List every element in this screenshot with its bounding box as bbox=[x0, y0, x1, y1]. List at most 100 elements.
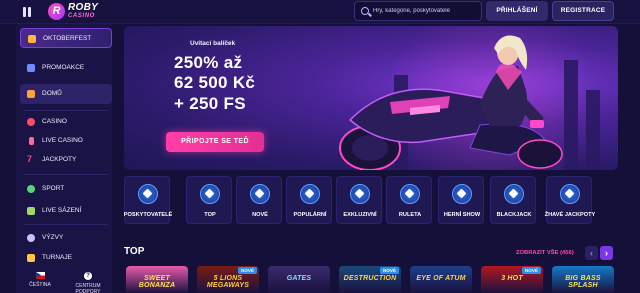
spade-icon bbox=[504, 184, 524, 204]
game-title: SWEET BONANZA bbox=[138, 275, 176, 289]
language-selector[interactable]: ČEŠTINA bbox=[18, 272, 62, 288]
top-section-title: TOP bbox=[124, 246, 145, 257]
sidebar-item-domu[interactable]: DOMŮ bbox=[20, 84, 112, 104]
trophy-icon bbox=[27, 254, 35, 262]
sidebar-divider bbox=[24, 110, 108, 111]
new-badge: NOVÉ bbox=[521, 267, 541, 274]
show-all-link[interactable]: ZOBRAZIT VŠE (456) bbox=[516, 250, 574, 256]
game-tile[interactable]: GATES bbox=[268, 266, 330, 293]
sidebar: OKTOBERFEST PROMOAKCE DOMŮ CASINO LIVE C… bbox=[16, 24, 112, 293]
category-label: POSKYTOVATELÉ bbox=[123, 212, 173, 218]
provider-icon bbox=[138, 184, 158, 204]
category-poskytovatele[interactable]: POSKYTOVATELÉ bbox=[124, 176, 172, 224]
category-bar: POSKYTOVATELÉ TOP NOVÉ POPULÁRNÍ EXKLUZI… bbox=[124, 176, 604, 226]
new-badge: NOVÉ bbox=[237, 267, 257, 274]
game-show-icon bbox=[452, 184, 472, 204]
category-ruleta[interactable]: RULETA bbox=[386, 176, 432, 224]
join-now-button[interactable]: PŘIPOJTE SE TEĎ bbox=[166, 132, 264, 152]
category-zhave-jackpoty[interactable]: ŽHAVÉ JACKPOTY bbox=[545, 176, 595, 224]
game-title: DESTRUCTION bbox=[343, 275, 397, 282]
login-button[interactable]: PŘIHLÁŠENÍ bbox=[486, 1, 548, 21]
category-exkluzivni[interactable]: EXKLUZIVNÍ bbox=[336, 176, 382, 224]
category-herni-show[interactable]: HERNÍ SHOW bbox=[438, 176, 484, 224]
microphone-icon bbox=[29, 137, 34, 145]
hero-headline-line1: 250% až bbox=[174, 53, 243, 72]
sidebar-item-live-sazeni[interactable]: LIVE SÁZENÍ bbox=[20, 201, 112, 221]
sidebar-item-jackpoty[interactable]: 7 JACKPOTY bbox=[20, 150, 112, 170]
sidebar-item-oktoberfest[interactable]: OKTOBERFEST bbox=[20, 28, 112, 48]
diamond-icon bbox=[350, 184, 370, 204]
flame-icon bbox=[560, 184, 580, 204]
search-icon bbox=[361, 7, 369, 15]
seven-icon: 7 bbox=[27, 154, 33, 164]
sidebar-item-sport[interactable]: SPORT bbox=[20, 179, 112, 199]
sidebar-item-label: PROMOAKCE bbox=[42, 64, 85, 71]
menu-toggle-button[interactable] bbox=[22, 6, 34, 18]
search-box[interactable] bbox=[354, 1, 482, 21]
game-tile[interactable]: SWEET BONANZA bbox=[126, 266, 188, 293]
sidebar-item-live-casino[interactable]: LIVE CASINO bbox=[20, 131, 112, 151]
medal-icon bbox=[200, 184, 220, 204]
support-center-link[interactable]: ? CENTRUM PODPORY bbox=[66, 272, 110, 293]
czech-flag-icon bbox=[35, 272, 45, 279]
category-nove[interactable]: NOVÉ bbox=[236, 176, 282, 224]
logo[interactable]: R ROBY CASINO bbox=[48, 2, 104, 22]
live-bet-icon bbox=[27, 207, 35, 215]
beer-mug-icon bbox=[28, 35, 36, 43]
help-icon: ? bbox=[84, 272, 92, 280]
game-title: EYE OF ATUM bbox=[416, 275, 466, 282]
sidebar-item-label: CASINO bbox=[42, 118, 67, 125]
logo-subtitle: CASINO bbox=[68, 13, 95, 19]
logo-title: ROBY bbox=[68, 2, 99, 13]
top-bar: R ROBY CASINO PŘIHLÁŠENÍ REGISTRACE bbox=[0, 0, 640, 24]
carousel-next-button[interactable]: › bbox=[600, 246, 613, 260]
sparkle-icon bbox=[250, 184, 270, 204]
logo-mark: R bbox=[48, 3, 65, 20]
sidebar-item-label: DOMŮ bbox=[42, 90, 62, 97]
hero-headline-line2: 62 500 Kč bbox=[174, 73, 256, 92]
register-button[interactable]: REGISTRACE bbox=[552, 1, 614, 21]
category-popularni[interactable]: POPULÁRNÍ bbox=[286, 176, 332, 224]
category-top[interactable]: TOP bbox=[186, 176, 232, 224]
hero-headline-line3: + 250 FS bbox=[174, 94, 246, 113]
category-label: BLACKJACK bbox=[496, 212, 532, 218]
sidebar-item-turnaje[interactable]: TURNAJE bbox=[20, 248, 112, 268]
sidebar-item-label: VÝZVY bbox=[42, 234, 64, 241]
game-tile[interactable]: EYE OF ATUM bbox=[410, 266, 472, 293]
hero-banner[interactable]: Uvítací balíček 250% až 62 500 Kč + 250 … bbox=[124, 26, 618, 170]
sidebar-item-label: JACKPOTY bbox=[42, 156, 77, 163]
target-icon bbox=[27, 234, 35, 242]
sidebar-item-label: SPORT bbox=[42, 185, 65, 192]
home-icon bbox=[27, 90, 35, 98]
gift-icon bbox=[27, 64, 35, 72]
hero-subtitle: Uvítací balíček bbox=[190, 40, 236, 47]
roulette-icon bbox=[400, 184, 420, 204]
soccer-ball-icon bbox=[27, 185, 35, 193]
category-label: ŽHAVÉ JACKPOTY bbox=[544, 212, 596, 218]
hero-rider-illustration bbox=[339, 35, 563, 170]
carousel-prev-button[interactable]: ‹ bbox=[585, 246, 598, 260]
language-label: ČEŠTINA bbox=[29, 282, 51, 288]
game-title: GATES bbox=[286, 275, 312, 282]
category-label: RULETA bbox=[398, 212, 422, 218]
sidebar-item-vyzvy[interactable]: VÝZVY bbox=[20, 228, 112, 248]
star-icon bbox=[300, 184, 320, 204]
game-tile[interactable]: 3 HOT NOVÉ bbox=[481, 266, 543, 293]
sidebar-item-label: OKTOBERFEST bbox=[43, 35, 92, 42]
support-label: CENTRUM PODPORY bbox=[75, 283, 101, 293]
category-blackjack[interactable]: BLACKJACK bbox=[490, 176, 536, 224]
cherries-icon bbox=[27, 118, 35, 126]
game-title: 3 HOT bbox=[501, 275, 523, 282]
sidebar-item-label: TURNAJE bbox=[42, 254, 72, 261]
game-title: 5 LIONS MEGAWAYS bbox=[206, 275, 250, 289]
sidebar-item-casino[interactable]: CASINO bbox=[20, 112, 112, 132]
sidebar-item-promoakce[interactable]: PROMOAKCE bbox=[20, 58, 112, 78]
sidebar-divider bbox=[24, 224, 108, 225]
game-title: BIG BASS SPLASH bbox=[565, 275, 601, 289]
search-input[interactable] bbox=[373, 4, 479, 18]
category-label: HERNÍ SHOW bbox=[443, 212, 481, 218]
game-tile[interactable]: 5 LIONS MEGAWAYS NOVÉ bbox=[197, 266, 259, 293]
game-tile[interactable]: BIG BASS SPLASH bbox=[552, 266, 614, 293]
sidebar-item-label: LIVE SÁZENÍ bbox=[42, 207, 82, 214]
game-tile[interactable]: DESTRUCTION NOVÉ bbox=[339, 266, 401, 293]
